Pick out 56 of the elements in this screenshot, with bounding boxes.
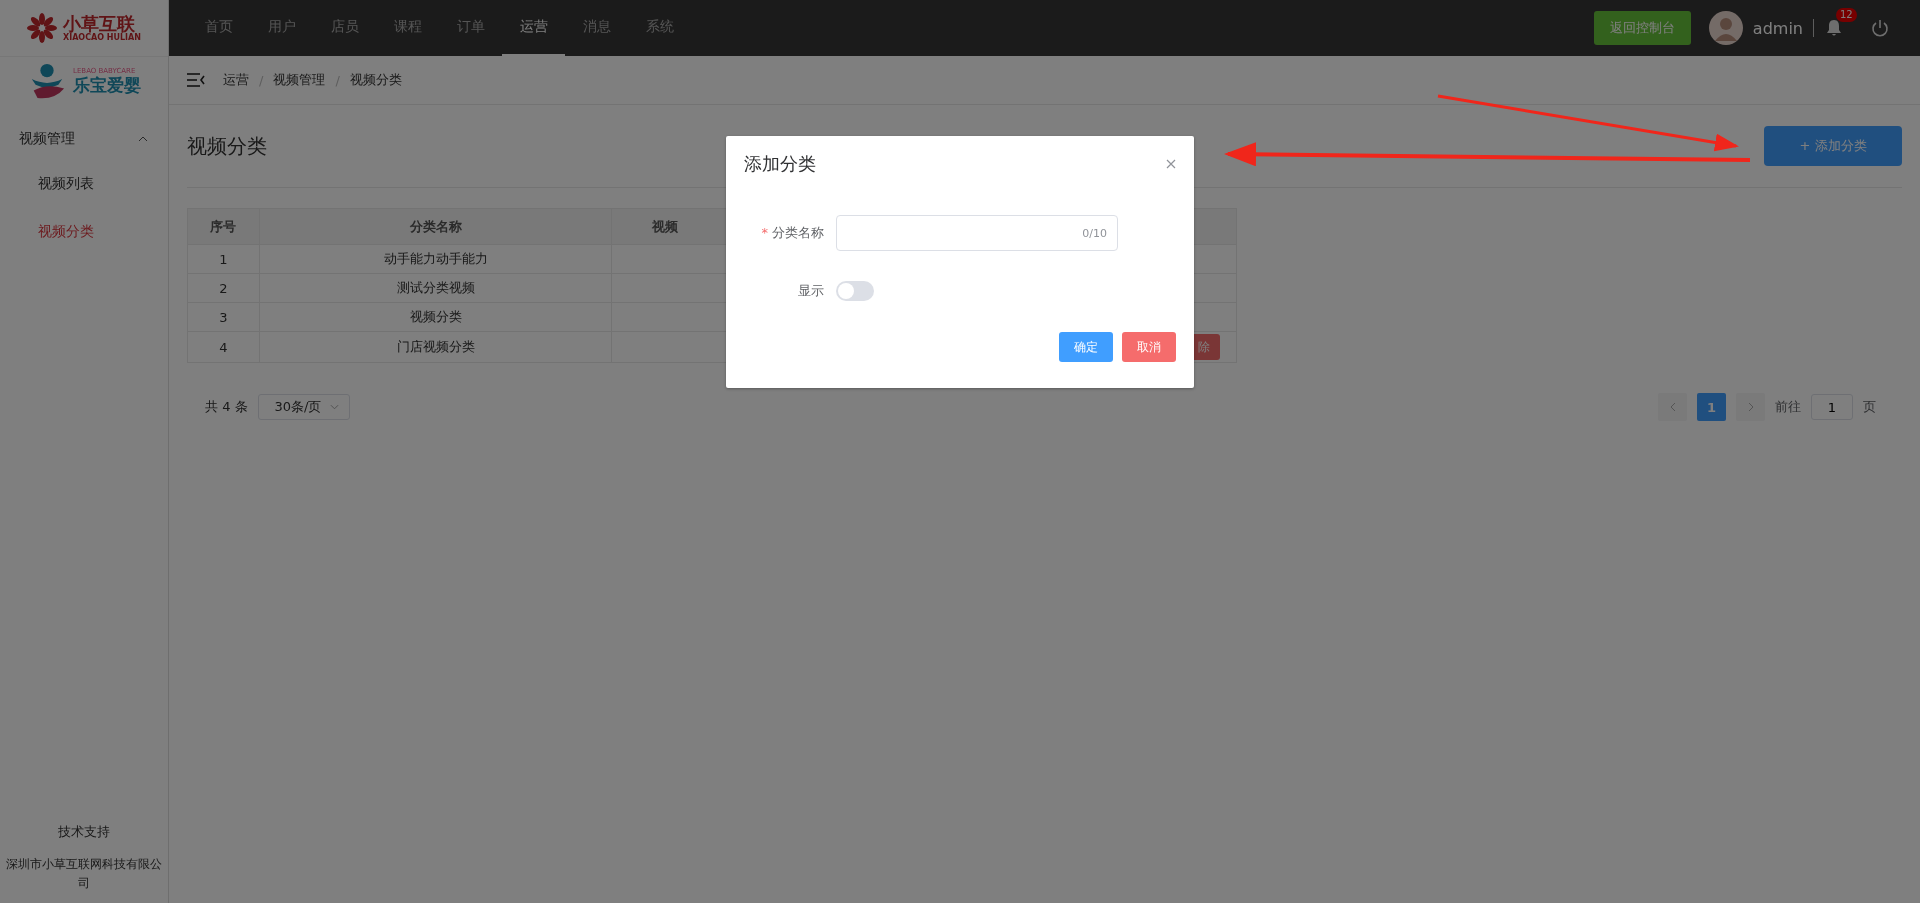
table-cell: 4	[187, 331, 260, 363]
goto-label: 前往	[1775, 398, 1801, 416]
table-cell: 1	[187, 244, 260, 274]
flower-logo-icon	[27, 13, 58, 43]
close-icon[interactable]	[1166, 159, 1176, 169]
total-count: 共 4 条	[205, 398, 248, 416]
logo-subtitle: XIAOCAO HULIAN	[63, 33, 141, 43]
breadcrumb-item[interactable]: 运营	[223, 71, 249, 89]
page-title: 视频分类	[187, 132, 267, 160]
column-header: 分类名称	[259, 208, 612, 245]
dialog-title: 添加分类	[744, 152, 816, 176]
breadcrumb-item[interactable]: 视频管理	[273, 71, 326, 89]
chevron-right-icon	[1747, 402, 1754, 412]
bell-icon[interactable]	[1824, 18, 1844, 38]
breadcrumb-separator: /	[259, 72, 264, 88]
nav-tab[interactable]: 店员	[313, 0, 376, 56]
goto-page-field[interactable]: 1	[1811, 394, 1853, 420]
nav-tab[interactable]: 课程	[376, 0, 439, 56]
table-cell: 视频分类	[259, 302, 612, 332]
support-label: 技术支持	[58, 822, 110, 841]
toggle-switch[interactable]	[836, 281, 874, 301]
breadcrumb-item: 视频分类	[349, 71, 402, 89]
logo-title: 乐宝爱婴	[73, 75, 141, 95]
nav-tab[interactable]: 消息	[565, 0, 628, 56]
column-header: 序号	[187, 208, 260, 245]
field-label: 分类名称	[772, 225, 824, 240]
page-number[interactable]: 1	[1697, 393, 1726, 421]
nav-tab[interactable]: 运营	[502, 0, 565, 56]
table-cell: 门店视频分类	[259, 331, 612, 363]
cancel-button[interactable]: 取消	[1122, 332, 1176, 362]
menu-item[interactable]: 视频分类	[0, 207, 168, 255]
caret-icon	[329, 404, 339, 410]
field-label: 显示	[798, 283, 824, 298]
page-suffix: 页	[1863, 398, 1876, 416]
company-name: 深圳市小草互联网科技有限公司	[5, 855, 163, 892]
avatar[interactable]	[1708, 11, 1743, 45]
menu-group[interactable]: 视频管理	[0, 119, 168, 159]
confirm-button[interactable]: 确定	[1059, 332, 1113, 362]
logo-title: 小草互联	[63, 13, 136, 34]
menu-item[interactable]: 视频列表	[0, 159, 168, 207]
category-name-field[interactable]: 0/10	[836, 215, 1118, 251]
table-cell: 2	[187, 273, 260, 303]
table-cell: 测试分类视频	[259, 273, 612, 303]
notification-badge: 12	[1836, 8, 1857, 22]
breadcrumb-separator: /	[335, 72, 340, 88]
user-name[interactable]: admin	[1752, 18, 1803, 38]
menu-icon[interactable]	[187, 73, 205, 87]
table-cell: 动手能力动手能力	[259, 244, 612, 274]
chevron-left-icon	[1669, 402, 1676, 412]
nav-tab[interactable]: 系统	[628, 0, 691, 56]
console-button[interactable]: 返回控制台	[1593, 11, 1691, 45]
required-mark: *	[761, 225, 768, 240]
table-cell: 3	[187, 302, 260, 332]
page-size-select[interactable]: 30条/页	[257, 394, 350, 420]
add-category-button[interactable]: + 添加分类	[1764, 126, 1902, 166]
power-icon[interactable]	[1870, 18, 1890, 38]
